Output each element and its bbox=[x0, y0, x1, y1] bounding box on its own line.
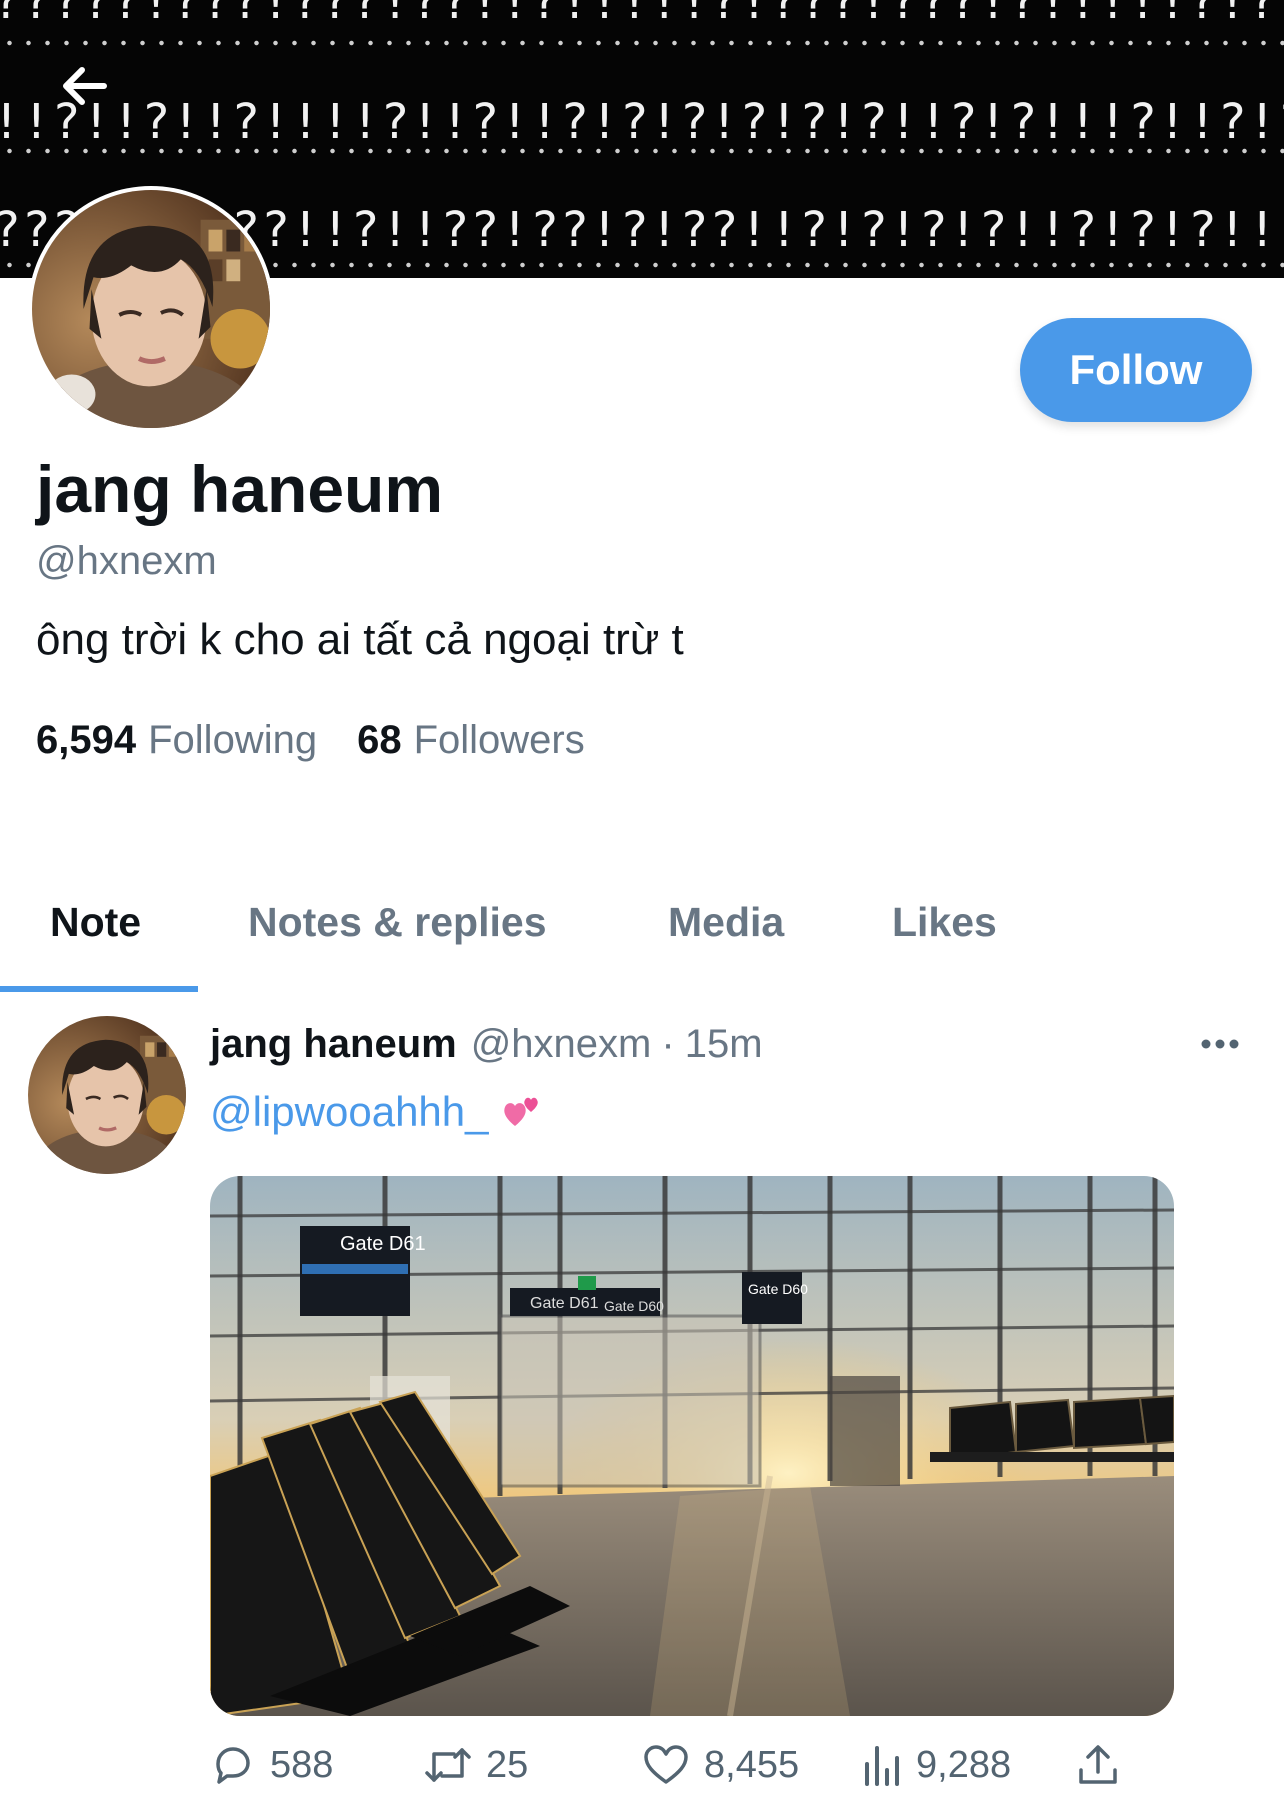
profile-display-name: jang haneum bbox=[36, 452, 444, 526]
followers-count: 68 bbox=[357, 718, 402, 762]
following-label: Following bbox=[148, 718, 318, 762]
views-count: 9,288 bbox=[916, 1743, 1012, 1786]
tweet-mention[interactable]: @lipwooahhh_ bbox=[210, 1088, 489, 1135]
back-button[interactable] bbox=[52, 54, 116, 118]
banner-text-line: ?????!???!???!??!!?!!!!!?!???!???!?!!!!!… bbox=[0, 0, 1284, 30]
profile-tabs: Note Notes & replies Media Likes bbox=[0, 880, 1284, 992]
following-stat[interactable]: 6,594 Following bbox=[36, 720, 317, 760]
gate-sign-d61: Gate D61 bbox=[340, 1233, 426, 1255]
tweet-media-image[interactable]: Gate D61 Gate D61 Gate D60 Gate D60 bbox=[210, 1176, 1174, 1716]
reply-button[interactable]: 588 bbox=[210, 1742, 333, 1788]
tab-likes[interactable]: Likes bbox=[892, 902, 997, 943]
banner-dots bbox=[0, 40, 1284, 46]
retweet-icon bbox=[425, 1748, 471, 1782]
views-button[interactable]: 9,288 bbox=[862, 1742, 1011, 1788]
banner-text-line: !!?!!?!!?!!!!?!!?!!?!?!?!?!?!?!!?!?!!!?!… bbox=[0, 94, 1284, 150]
share-icon bbox=[1079, 1745, 1117, 1784]
tab-note[interactable]: Note bbox=[50, 902, 141, 943]
follow-button[interactable]: Follow bbox=[1020, 318, 1252, 422]
two-hearts-icon bbox=[503, 1097, 538, 1126]
tweet-author-handle[interactable]: @hxnexm bbox=[471, 1022, 652, 1066]
tab-notes-and-replies[interactable]: Notes & replies bbox=[248, 902, 547, 943]
avatar-photo bbox=[28, 1016, 186, 1174]
banner-dots bbox=[0, 148, 1284, 154]
heart-icon bbox=[644, 1745, 688, 1784]
reply-count: 588 bbox=[270, 1743, 334, 1786]
following-count: 6,594 bbox=[36, 718, 137, 762]
tweet-timestamp[interactable]: 15m bbox=[685, 1022, 763, 1066]
tweet-actions: 588 25 8,455 9,288 bbox=[210, 1742, 1174, 1798]
followers-stat[interactable]: 68 Followers bbox=[357, 720, 585, 760]
profile-avatar[interactable] bbox=[28, 186, 274, 432]
profile-stats: 6,594 Following 68 Followers bbox=[36, 720, 585, 760]
gate-sign-d60-arrow: Gate D60 bbox=[604, 1298, 664, 1314]
more-dots-icon bbox=[1201, 1039, 1239, 1049]
tweet-separator: · bbox=[661, 1022, 675, 1066]
share-button[interactable] bbox=[1076, 1742, 1134, 1788]
profile-handle: @hxnexm bbox=[36, 539, 217, 583]
avatar-photo bbox=[32, 190, 270, 428]
followers-label: Followers bbox=[413, 718, 585, 762]
reply-bubble-icon bbox=[216, 1747, 250, 1784]
tweet-author-name[interactable]: jang haneum bbox=[210, 1022, 457, 1066]
like-count: 8,455 bbox=[704, 1743, 800, 1786]
tweet-more-button[interactable] bbox=[1196, 1028, 1244, 1060]
gate-sign-d61-arrow: Gate D61 bbox=[530, 1295, 599, 1312]
retweet-button[interactable]: 25 bbox=[424, 1742, 528, 1788]
like-button[interactable]: 8,455 bbox=[642, 1742, 799, 1788]
arrow-left-icon bbox=[63, 67, 107, 105]
tweet-text: @lipwooahhh_ bbox=[210, 1090, 543, 1139]
gate-sign-d60: Gate D60 bbox=[748, 1281, 808, 1297]
airport-gate-photo: Gate D61 Gate D61 Gate D60 Gate D60 bbox=[210, 1176, 1174, 1716]
profile-bio: ông trời k cho ai tất cả ngoại trừ t bbox=[36, 615, 684, 664]
active-tab-indicator bbox=[0, 986, 198, 992]
tweet-header: jang haneum @hxnexm · 15m bbox=[210, 1024, 763, 1064]
retweet-count: 25 bbox=[486, 1743, 529, 1786]
tab-media[interactable]: Media bbox=[668, 902, 784, 943]
two-hearts-emoji bbox=[501, 1090, 543, 1139]
views-bar-icon bbox=[865, 1746, 899, 1786]
tweet-avatar[interactable] bbox=[28, 1016, 186, 1174]
